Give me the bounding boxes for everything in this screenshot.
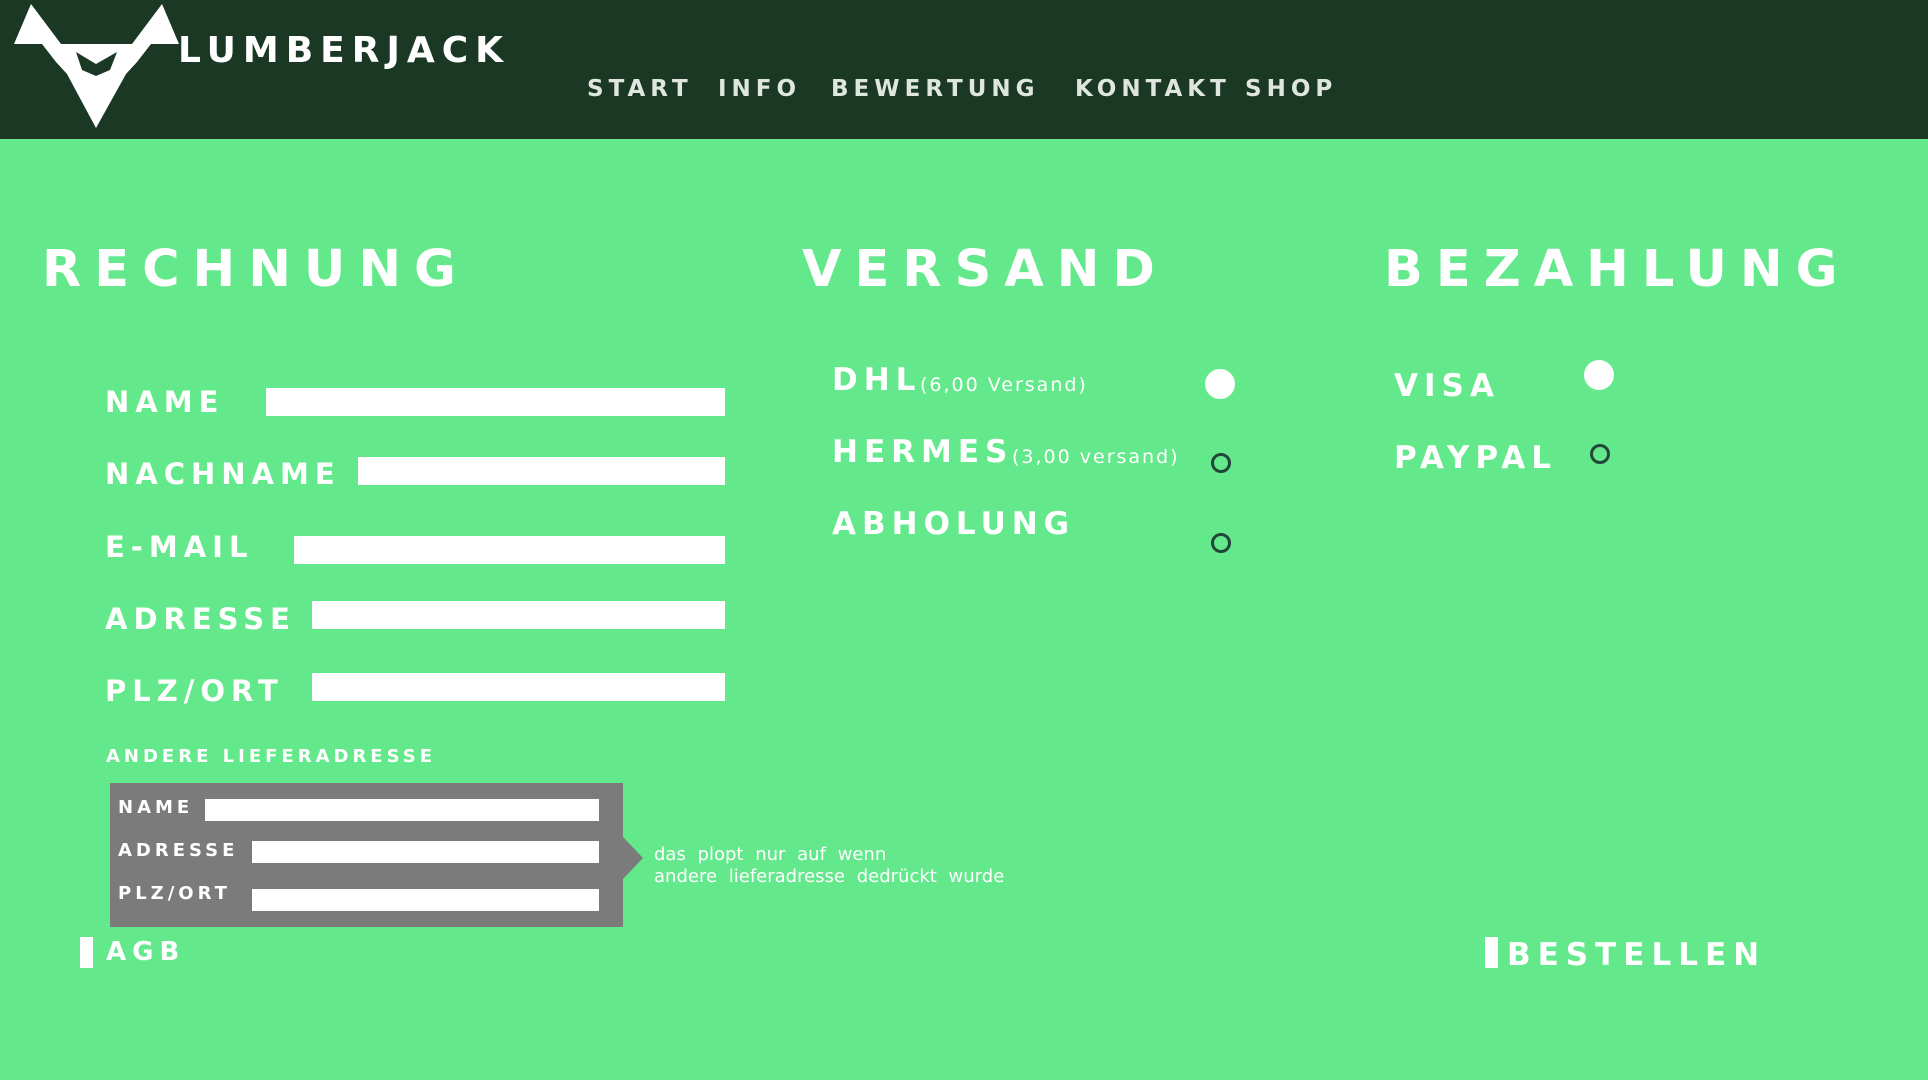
nav-info[interactable]: INFO	[718, 76, 801, 102]
bull-head-icon[interactable]	[14, 2, 179, 130]
alt-name-label: NAME	[118, 797, 194, 818]
visa-label: VISA	[1394, 368, 1500, 404]
hermes-radio[interactable]	[1211, 453, 1231, 473]
alt-plz-ort-input[interactable]	[252, 889, 599, 911]
adresse-label: ADRESSE	[105, 602, 296, 636]
agb-checkbox[interactable]	[80, 937, 93, 968]
plz-ort-input[interactable]	[312, 673, 725, 701]
nachname-label: NACHNAME	[105, 457, 341, 491]
dhl-price: (6,00 Versand)	[920, 374, 1088, 396]
popup-pointer	[623, 837, 643, 879]
plz-ort-label: PLZ/ORT	[105, 674, 284, 708]
popup-note-line2: andere lieferadresse dedrückt wurde	[654, 866, 1005, 887]
agb-label[interactable]: AGB	[106, 937, 185, 967]
adresse-input[interactable]	[312, 601, 725, 629]
abholung-label: ABHOLUNG	[832, 506, 1076, 542]
order-button[interactable]: BESTELLEN	[1507, 937, 1766, 973]
name-label: NAME	[105, 385, 225, 419]
alt-address-toggle[interactable]: ANDERE LIEFERADRESSE	[106, 746, 436, 767]
alt-plz-ort-label: PLZ/ORT	[118, 883, 231, 904]
alt-address-popup: NAME ADRESSE PLZ/ORT	[110, 783, 623, 927]
paypal-radio[interactable]	[1590, 444, 1610, 464]
visa-radio[interactable]	[1584, 360, 1614, 390]
nav-bewertung[interactable]: BEWERTUNG	[831, 76, 1040, 102]
shipping-heading: VERSAND	[802, 240, 1168, 299]
hermes-price: (3,00 versand)	[1012, 446, 1180, 468]
dhl-radio[interactable]	[1205, 369, 1235, 399]
payment-heading: BEZAHLUNG	[1384, 240, 1851, 299]
name-input[interactable]	[266, 388, 725, 416]
paypal-label: PAYPAL	[1394, 440, 1557, 476]
nachname-input[interactable]	[358, 457, 725, 485]
nav-kontakt[interactable]: KONTAKT	[1075, 76, 1231, 102]
alt-name-input[interactable]	[205, 799, 599, 821]
alt-adresse-input[interactable]	[252, 841, 599, 863]
dhl-label: DHL	[832, 362, 922, 398]
alt-adresse-label: ADRESSE	[118, 840, 239, 861]
email-label: E-MAIL	[105, 530, 254, 564]
site-header: LUMBERJACK START INFO BEWERTUNG KONTAKT …	[0, 0, 1928, 139]
nav-shop[interactable]: SHOP	[1245, 76, 1337, 102]
email-input[interactable]	[294, 536, 725, 564]
nav-start[interactable]: START	[587, 76, 693, 102]
popup-note: das plopt nur auf wenn andere lieferadre…	[654, 844, 1004, 888]
hermes-label: HERMES	[832, 434, 1014, 470]
popup-note-line1: das plopt nur auf wenn	[654, 844, 887, 865]
billing-heading: RECHNUNG	[42, 240, 469, 299]
order-marker	[1485, 937, 1498, 968]
abholung-radio[interactable]	[1211, 533, 1231, 553]
brand-name[interactable]: LUMBERJACK	[178, 30, 510, 71]
